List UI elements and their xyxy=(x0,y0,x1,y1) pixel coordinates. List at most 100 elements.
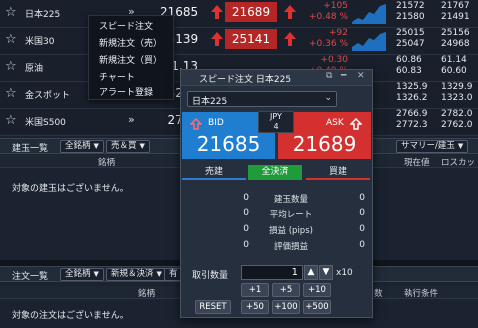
tab-buy[interactable]: 買建 xyxy=(306,165,370,180)
positions-empty-message: 対象の建玉はございません。 xyxy=(12,184,129,194)
star-icon[interactable]: ☆ xyxy=(5,5,17,20)
high-low: 21572 21580 xyxy=(396,1,425,22)
menu-item-new-sell[interactable]: 新規注文（売） xyxy=(99,36,162,49)
col-symbol: 銘柄 xyxy=(138,289,156,299)
add-10-button[interactable]: +10 xyxy=(303,283,331,297)
stat-label: 平均レート xyxy=(269,210,313,220)
chevron-down-icon: ▼ xyxy=(93,270,99,278)
speed-order-dialog: スピード注文 日本225 ⧉ ━ ✕ 日本225 ⌄ BID 21685 ASK… xyxy=(180,69,373,318)
spread-value: 4 xyxy=(273,122,279,131)
add-100-button[interactable]: +100 xyxy=(272,300,300,314)
ask-price[interactable]: 21689 xyxy=(225,2,277,22)
high-low-2: 21767 21491 xyxy=(441,1,470,22)
ask-price-large: 21689 xyxy=(292,132,357,156)
stat-sell-value: 0 xyxy=(243,224,249,234)
spread-badge: JPY 4 xyxy=(258,111,294,133)
chevron-down-icon: ⌄ xyxy=(324,93,332,103)
high-low: 25015 25047 xyxy=(396,28,425,49)
bid-label: BID xyxy=(208,118,224,128)
star-icon[interactable]: ☆ xyxy=(5,32,17,47)
positions-title: 建玉一覧 xyxy=(12,144,49,154)
stat-label: 建玉数量 xyxy=(273,195,308,205)
bid-price-large: 21685 xyxy=(196,132,261,156)
add-500-button[interactable]: +500 xyxy=(303,300,331,314)
reset-button[interactable]: RESET xyxy=(195,300,231,314)
close-icon[interactable]: ✕ xyxy=(357,71,365,81)
col-symbol: 銘柄 xyxy=(98,158,116,168)
positions-summary-select[interactable]: サマリー/建玉 ▼ xyxy=(396,140,469,153)
stat-label: 評価損益 xyxy=(273,242,308,252)
stat-row-pips: 0 損益 (pips) 0 xyxy=(181,224,372,238)
stat-buy-value: 0 xyxy=(359,193,365,203)
quantity-multiplier: x10 xyxy=(336,268,353,278)
arrow-up-icon xyxy=(283,4,297,20)
high-low-2: 2782.0 2762.0 xyxy=(441,109,473,130)
stat-label: 損益 (pips) xyxy=(269,226,313,236)
sparkline-icon xyxy=(352,32,386,51)
ask-price[interactable]: 25141 xyxy=(225,29,277,49)
stat-row-unrealized: 0 評価損益 0 xyxy=(181,240,372,254)
change: +92 +0.36 % xyxy=(309,28,348,49)
ask-arrow-icon xyxy=(350,118,362,130)
minimize-icon[interactable]: ━ xyxy=(341,71,346,81)
add-50-button[interactable]: +50 xyxy=(241,300,269,314)
symbol-name: 日本225 xyxy=(25,10,61,20)
menu-item-speed-order[interactable]: スピード注文 xyxy=(99,19,153,32)
high-low: 1325.9 1326.2 xyxy=(396,82,428,103)
chevron-down-icon: ▼ xyxy=(139,142,145,150)
order-tabs: 売建 全決済 買建 xyxy=(182,165,372,180)
watchlist-row[interactable]: ☆ 米国30 25139 25141 +92 +0.36 % 25015 25047… xyxy=(0,27,478,55)
dialog-title-bar[interactable]: スピード注文 日本225 ⧉ ━ ✕ xyxy=(181,70,372,86)
stat-sell-value: 0 xyxy=(243,208,249,218)
symbol-name: 米国30 xyxy=(25,37,55,47)
quantity-up-button[interactable]: ▲ xyxy=(304,265,318,280)
menu-item-new-buy[interactable]: 新規注文（買） xyxy=(99,53,162,66)
quantity-input[interactable]: 1 xyxy=(241,265,303,280)
col-condition: 執行条件 xyxy=(404,289,439,299)
arrow-up-icon xyxy=(210,31,224,47)
context-menu: スピード注文 新規注文（売） 新規注文（買） チャート アラート登録 xyxy=(88,15,174,100)
currency-label: JPY xyxy=(270,112,282,121)
positions-side-filter[interactable]: 売＆買 ▼ xyxy=(106,140,150,153)
chevron-down-icon: ▼ xyxy=(156,270,162,278)
stat-buy-value: 0 xyxy=(359,240,365,250)
chevron-down-icon: ▼ xyxy=(93,142,99,150)
quantity-label: 取引数量 xyxy=(192,271,229,281)
bid-arrow-icon xyxy=(190,118,202,130)
ask-label: ASK xyxy=(326,118,344,128)
star-icon[interactable]: ☆ xyxy=(5,59,17,74)
high-low: 2766.9 2772.3 xyxy=(396,109,428,130)
chevron-right-icon[interactable]: » xyxy=(128,113,135,126)
symbol-name: 金スポット xyxy=(25,91,71,101)
tab-close-all[interactable]: 全決済 xyxy=(248,165,302,180)
copy-icon[interactable]: ⧉ xyxy=(326,71,332,81)
symbol-name: 原油 xyxy=(25,64,44,74)
arrow-up-icon xyxy=(283,31,297,47)
dialog-title: スピード注文 日本225 xyxy=(199,75,292,85)
stat-sell-value: 0 xyxy=(243,240,249,250)
stat-buy-value: 0 xyxy=(359,208,365,218)
arrow-up-icon xyxy=(210,4,224,20)
symbol-name: 米国S500 xyxy=(25,118,66,128)
quantity-value: 1 xyxy=(291,267,298,278)
positions-symbol-filter[interactable]: 全銘柄 ▼ xyxy=(60,140,104,153)
quantity-down-button[interactable]: ▼ xyxy=(319,265,333,280)
add-1-button[interactable]: +1 xyxy=(241,283,269,297)
stat-sell-value: 0 xyxy=(243,193,249,203)
orders-type-filter[interactable]: 新規＆決済 ▼ xyxy=(106,268,167,281)
col-current: 現在値 xyxy=(404,158,430,168)
orders-symbol-filter[interactable]: 全銘柄 ▼ xyxy=(60,268,104,281)
sparkline-icon xyxy=(352,4,386,24)
star-icon[interactable]: ☆ xyxy=(5,113,17,128)
add-5-button[interactable]: +5 xyxy=(272,283,300,297)
tab-sell[interactable]: 売建 xyxy=(182,165,246,180)
watchlist-row[interactable]: ☆ 日本225 » 21685 21689 +105 +0.48 % 21572 2… xyxy=(0,0,478,28)
symbol-select[interactable]: 日本225 ⌄ xyxy=(187,91,337,107)
stat-buy-value: 0 xyxy=(359,224,365,234)
change: +105 +0.48 % xyxy=(309,1,348,22)
menu-item-alert[interactable]: アラート登録 xyxy=(99,85,153,98)
col-qty: 数 xyxy=(374,289,383,299)
star-icon[interactable]: ☆ xyxy=(5,86,17,101)
high-low: 60.86 60.83 xyxy=(396,55,422,76)
menu-item-chart[interactable]: チャート xyxy=(99,70,135,83)
